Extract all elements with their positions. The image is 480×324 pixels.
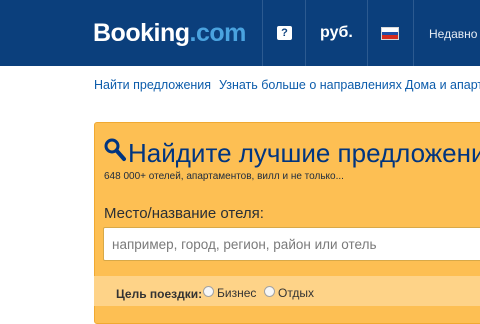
- leisure-radio-label[interactable]: Отдых: [278, 286, 314, 300]
- business-radio[interactable]: [203, 286, 214, 297]
- nav-find-deals[interactable]: Найти предложения: [94, 78, 211, 92]
- header-divider: [262, 0, 263, 66]
- header-divider: [413, 0, 414, 66]
- currency-selector[interactable]: руб.: [320, 24, 353, 42]
- destination-input[interactable]: [103, 227, 480, 261]
- recently-viewed-link[interactable]: Недавно в: [429, 27, 480, 41]
- top-header: Booking.com ? руб. Недавно в: [0, 0, 480, 66]
- header-divider: [367, 0, 368, 66]
- header-divider: [305, 0, 306, 66]
- nav-homes-apartments[interactable]: Дома и апарта: [405, 78, 480, 92]
- search-icon: [104, 138, 126, 161]
- business-radio-label[interactable]: Бизнес: [217, 286, 256, 300]
- destination-label: Место/название отеля:: [104, 205, 264, 222]
- trip-purpose-label: Цель поездки:: [116, 287, 203, 301]
- question-icon[interactable]: ?: [277, 26, 292, 40]
- leisure-radio[interactable]: [264, 286, 275, 297]
- nav-explore-destinations[interactable]: Узнать больше о направлениях: [219, 78, 402, 92]
- logo-suffix-text: .com: [189, 19, 247, 47]
- secondary-nav: Найти предложения Узнать больше о направ…: [0, 66, 480, 104]
- russian-flag-icon[interactable]: [381, 27, 399, 40]
- flag-stripe-red: [382, 35, 398, 39]
- logo-main-text: Booking: [93, 19, 190, 47]
- search-title: Найдите лучшие предложения: [128, 138, 480, 168]
- search-subtitle: 648 000+ отелей, апартаментов, вилл и не…: [104, 171, 344, 182]
- booking-logo[interactable]: Booking.com: [93, 19, 246, 48]
